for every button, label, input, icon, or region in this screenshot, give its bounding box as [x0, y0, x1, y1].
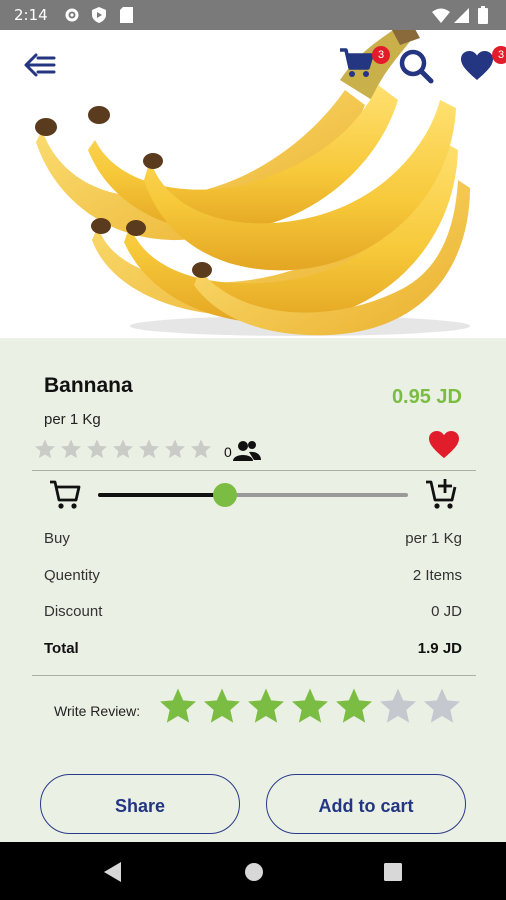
product-name: Bannana: [44, 374, 133, 397]
cart-add-icon[interactable]: [424, 477, 460, 511]
cart-icon: [340, 48, 374, 77]
discount-label: Discount: [44, 603, 103, 620]
settings-status-icon: [65, 8, 79, 22]
rating-star-icon: [113, 439, 133, 459]
product-rating-stars: [34, 438, 216, 465]
heart-icon: [461, 51, 493, 80]
write-review-label: Write Review:: [54, 703, 141, 719]
quantity-slider-fill: [98, 493, 226, 497]
buy-label: Buy: [44, 530, 70, 547]
status-time: 2:14: [14, 6, 48, 24]
divider-bottom: [32, 675, 476, 676]
rating-star-icon: [139, 439, 159, 459]
system-nav-bar: [0, 842, 506, 900]
cart-button[interactable]: 3: [338, 46, 390, 82]
rating-star-icon: [61, 439, 81, 459]
review-star-icon[interactable]: [334, 686, 374, 726]
total-value: 1.9 JD: [417, 640, 462, 657]
buy-value: per 1 Kg: [405, 530, 462, 547]
rating-star-icon: [165, 439, 185, 459]
quantity-value: 2 Items: [412, 567, 462, 584]
review-star-icon[interactable]: [290, 686, 330, 726]
discount-value: 0 JD: [431, 603, 462, 620]
review-star-icon[interactable]: [378, 686, 418, 726]
quantity-slider-thumb[interactable]: [213, 483, 238, 507]
divider-top: [32, 470, 476, 471]
cart-count-badge: 3: [372, 46, 390, 64]
write-review-stars[interactable]: [158, 686, 466, 731]
wifi-status-icon: [432, 8, 450, 23]
review-star-icon[interactable]: [422, 686, 462, 726]
wishlist-count-badge: 3: [492, 46, 506, 64]
product-unit: per 1 Kg: [44, 411, 101, 428]
quantity-slider[interactable]: [98, 483, 408, 507]
product-price: 0.95 JD: [391, 386, 462, 408]
rating-count: 0: [224, 444, 232, 460]
status-bar: 2:14: [0, 0, 506, 30]
favorite-heart-icon[interactable]: [428, 430, 460, 460]
wishlist-button[interactable]: 3: [458, 44, 506, 84]
review-star-icon[interactable]: [202, 686, 242, 726]
signal-status-icon: [454, 8, 469, 23]
quantity-label: Quentity: [44, 567, 100, 584]
rating-star-icon: [191, 439, 211, 459]
review-star-icon[interactable]: [246, 686, 286, 726]
cart-remove-icon[interactable]: [48, 479, 82, 511]
reviewers-icon: [233, 441, 261, 461]
battery-status-icon: [478, 6, 488, 24]
share-button[interactable]: Share: [40, 774, 240, 834]
add-to-cart-button[interactable]: Add to cart: [266, 774, 466, 834]
rating-star-icon: [35, 439, 55, 459]
total-label: Total: [44, 640, 79, 657]
rating-star-icon: [87, 439, 107, 459]
review-star-icon[interactable]: [158, 686, 198, 726]
back-menu-icon[interactable]: [24, 52, 56, 78]
search-icon[interactable]: [398, 48, 434, 84]
shield-status-icon: [92, 7, 106, 23]
sdcard-status-icon: [120, 7, 133, 23]
recents-nav-icon[interactable]: [384, 863, 402, 881]
back-nav-icon[interactable]: [102, 861, 122, 883]
home-nav-icon[interactable]: [244, 862, 264, 882]
